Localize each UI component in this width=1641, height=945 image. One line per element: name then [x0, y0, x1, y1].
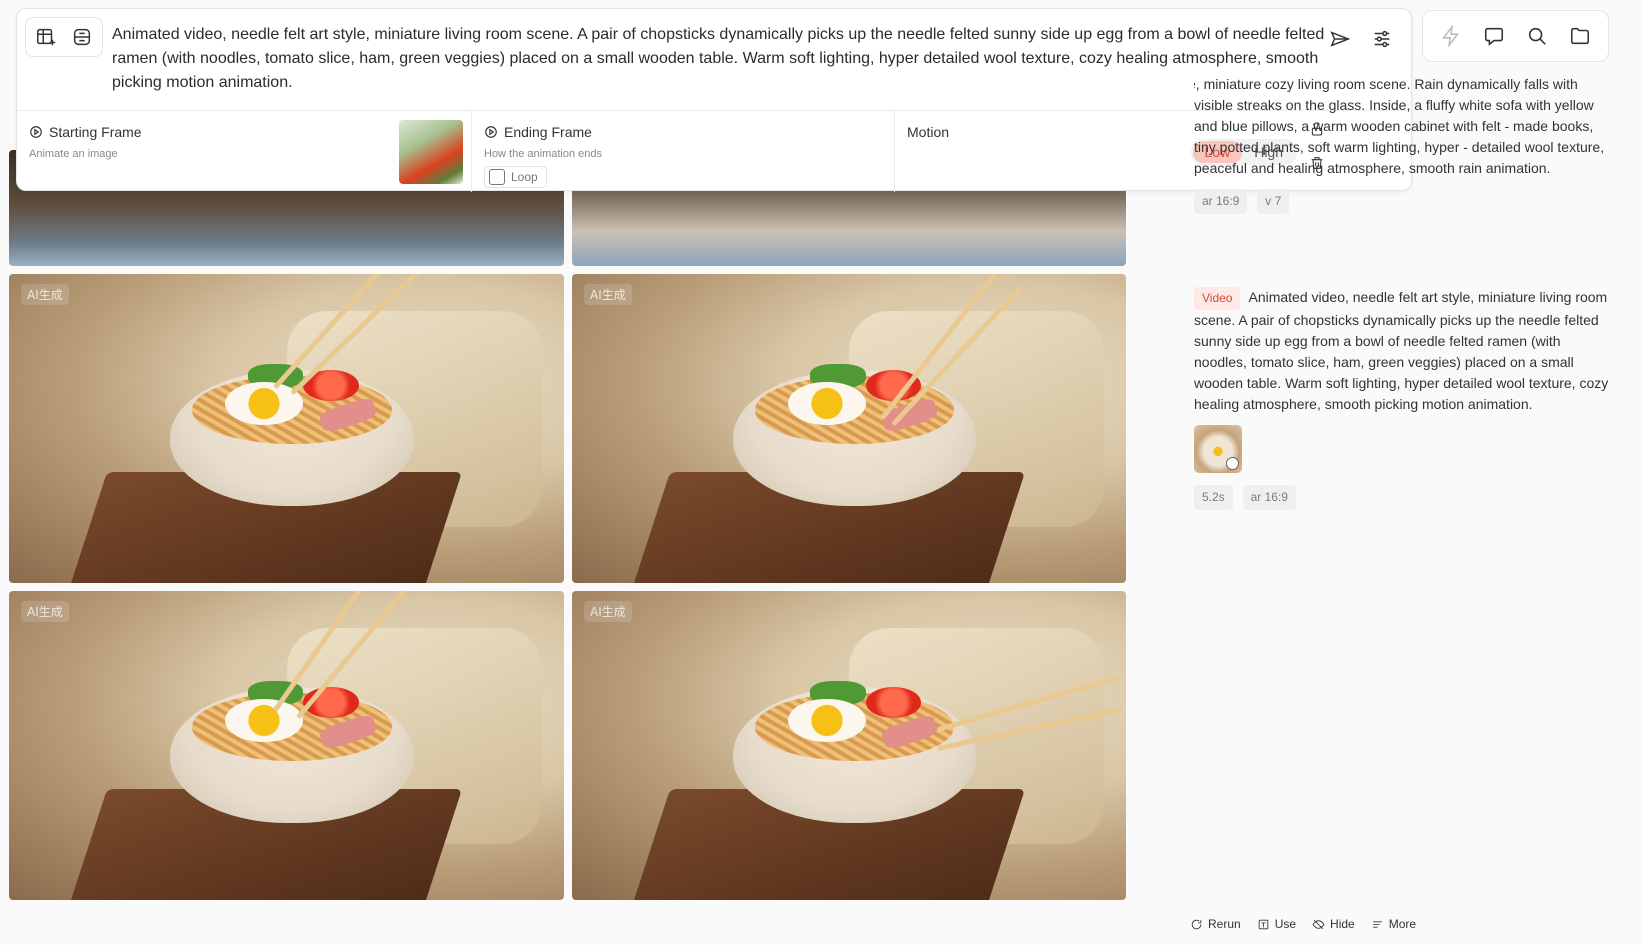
use-label: Use: [1274, 917, 1297, 931]
more-label: More: [1388, 917, 1417, 931]
global-toolbar: [1422, 10, 1609, 62]
ending-frame-section[interactable]: Ending Frame How the animation ends Loop: [472, 111, 895, 192]
starting-frame-thumbnail[interactable]: [399, 120, 463, 184]
chip-version[interactable]: v 7: [1257, 189, 1290, 214]
composer-actions: [1323, 23, 1399, 55]
hide-icon: [1312, 919, 1325, 929]
entry-2-prompt: Video Animated video, needle felt art sty…: [1194, 287, 1614, 415]
image-tile-6[interactable]: AI生成: [572, 591, 1126, 900]
watermark-label: AI生成: [584, 284, 632, 305]
entry-2-chips: 5.2s ar 16:9: [1194, 485, 1614, 510]
entry-1-prompt: Animated video, needle felt art style, m…: [1194, 76, 1605, 176]
starting-frame-title: Starting Frame: [49, 124, 142, 140]
tomato-shape: [865, 686, 921, 718]
egg-shape: [788, 699, 866, 743]
app-root: AI生成 AI生成 AI生成 AI生成 Animated video, need…: [0, 0, 1641, 945]
hide-button[interactable]: Hide: [1312, 917, 1355, 931]
hide-label: Hide: [1330, 917, 1355, 931]
video-badge: Video: [1194, 287, 1241, 310]
search-icon[interactable]: [1526, 25, 1548, 47]
watermark-label: AI生成: [21, 284, 69, 305]
entry-1-chips: ar 16:9 v 7: [1194, 189, 1614, 214]
folder-icon[interactable]: [1569, 25, 1591, 47]
chip-duration[interactable]: 5.2s: [1194, 485, 1233, 510]
ending-frame-subtitle: How the animation ends: [484, 148, 603, 160]
rerun-label: Rerun: [1208, 917, 1241, 931]
send-icon[interactable]: [1323, 23, 1357, 55]
play-circle-icon: [485, 126, 497, 138]
more-button[interactable]: More: [1371, 917, 1416, 931]
feed-entry-2[interactable]: Video Animated video, needle felt art sty…: [1194, 287, 1614, 510]
starting-frame-section[interactable]: Starting Frame Animate an image: [17, 111, 472, 192]
checkbox-box[interactable]: [489, 169, 505, 185]
chat-icon[interactable]: [1483, 25, 1505, 47]
loop-label: Loop: [511, 170, 538, 184]
image-tile-5[interactable]: AI生成: [9, 591, 564, 900]
image-add-icon[interactable]: [29, 21, 63, 53]
rerun-icon: [1191, 919, 1202, 929]
entry-2-text: Animated video, needle felt art style, m…: [1194, 289, 1609, 412]
play-circle-icon: [30, 126, 42, 138]
frame-icon[interactable]: [65, 21, 99, 53]
image-tile-3[interactable]: AI生成: [9, 274, 564, 583]
mode-switcher: [25, 17, 103, 57]
chip-aspect[interactable]: ar 16:9: [1194, 189, 1248, 214]
image-tile-4[interactable]: AI生成: [572, 274, 1126, 583]
starting-frame-subtitle: Animate an image: [29, 148, 118, 160]
watermark-label: AI生成: [584, 601, 632, 622]
use-icon: [1258, 919, 1268, 929]
prompt-text[interactable]: Animated video, needle felt art style, m…: [112, 23, 1332, 95]
ending-frame-title: Ending Frame: [504, 124, 592, 140]
rerun-button[interactable]: Rerun: [1190, 917, 1241, 931]
entry-2-thumbnail[interactable]: [1194, 425, 1242, 473]
motion-title: Motion: [907, 124, 950, 140]
play-indicator-icon: [1226, 457, 1239, 470]
more-icon: [1372, 920, 1382, 928]
lightning-icon[interactable]: [1440, 25, 1462, 47]
loop-checkbox[interactable]: Loop: [484, 166, 547, 188]
egg-shape: [788, 382, 866, 426]
entry-actions: Rerun Use Hide More: [1190, 917, 1416, 931]
watermark-label: AI生成: [21, 601, 69, 622]
use-button[interactable]: Use: [1257, 917, 1296, 931]
settings-sliders-icon[interactable]: [1365, 23, 1399, 55]
feed-entry-1[interactable]: Animated video, needle felt art style, m…: [1194, 74, 1614, 266]
chip-aspect[interactable]: ar 16:9: [1242, 485, 1296, 510]
